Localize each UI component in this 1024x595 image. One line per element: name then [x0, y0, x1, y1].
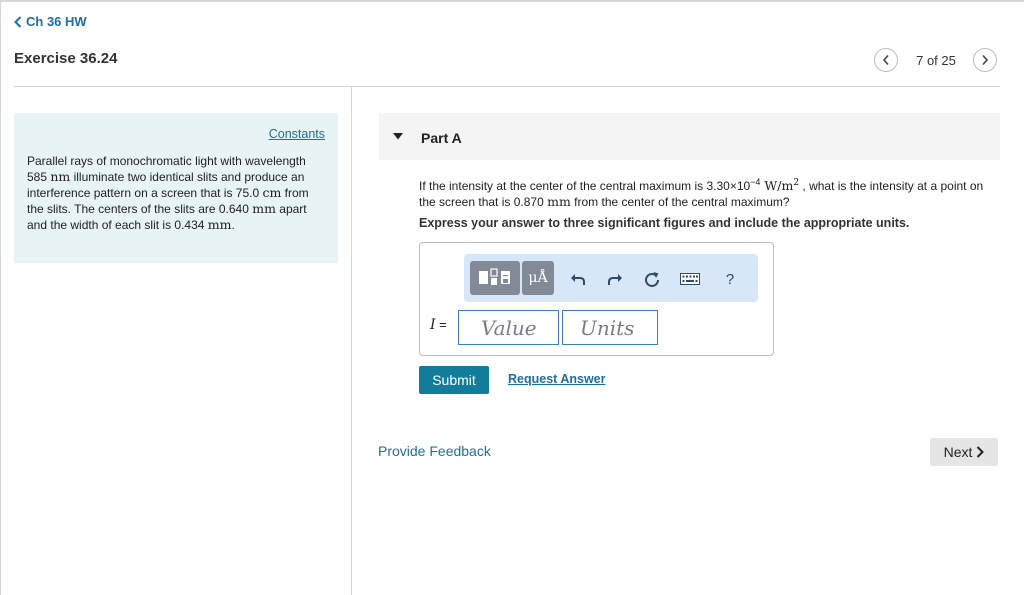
- constants-link[interactable]: Constants: [269, 127, 325, 141]
- column-divider: [351, 87, 352, 595]
- answer-box: μÅ ? I =: [419, 242, 774, 356]
- provide-feedback-link[interactable]: Provide Feedback: [378, 443, 491, 459]
- request-answer-link[interactable]: Request Answer: [508, 372, 605, 386]
- chevron-right-icon: [977, 446, 985, 458]
- back-link-label: Ch 36 HW: [26, 14, 87, 29]
- variable-label: I =: [430, 317, 447, 333]
- reset-button[interactable]: [640, 267, 664, 291]
- part-a-header[interactable]: Part A: [379, 113, 1000, 160]
- question-text-part: If the intensity at the center of the ce…: [419, 179, 751, 193]
- templates-button[interactable]: [470, 261, 520, 295]
- problem-text-part: .: [231, 218, 235, 232]
- unit-w-per-m: W/m: [760, 178, 794, 193]
- previous-item-button[interactable]: [874, 48, 898, 72]
- next-item-button[interactable]: [973, 48, 997, 72]
- question-text-part: from the center of the central maximum?: [570, 195, 790, 209]
- chevron-left-icon: [14, 15, 22, 28]
- value-input[interactable]: [458, 310, 559, 345]
- left-border: [0, 0, 1, 595]
- keyboard-icon: [680, 273, 700, 285]
- undo-button[interactable]: [566, 267, 590, 291]
- question-text: If the intensity at the center of the ce…: [419, 174, 999, 210]
- unit-mm: mm: [547, 194, 571, 209]
- next-button-label: Next: [943, 444, 973, 460]
- answer-instruction: Express your answer to three significant…: [419, 216, 910, 230]
- exercise-title: Exercise 36.24: [14, 50, 118, 67]
- redo-icon: [608, 274, 622, 285]
- chevron-left-icon: [882, 54, 889, 66]
- page-counter: 7 of 25: [916, 53, 956, 68]
- top-border: [0, 0, 1024, 2]
- problem-statement-panel: Constants Parallel rays of monochromatic…: [14, 113, 338, 263]
- unit-mm: mm: [252, 201, 276, 216]
- unit-mm: mm: [207, 217, 232, 232]
- exponent: −4: [750, 177, 761, 187]
- unit-cm: cm: [262, 185, 282, 200]
- equals-sign: =: [435, 317, 447, 332]
- units-input[interactable]: [562, 310, 658, 345]
- chevron-right-icon: [982, 54, 989, 66]
- math-toolbar: μÅ ?: [464, 254, 758, 302]
- submit-button[interactable]: Submit: [419, 366, 489, 394]
- undo-icon: [571, 274, 585, 285]
- units-button[interactable]: μÅ: [522, 261, 554, 295]
- back-to-assignment-link[interactable]: Ch 36 HW: [14, 14, 87, 29]
- part-label: Part A: [421, 130, 462, 146]
- redo-button[interactable]: [603, 267, 627, 291]
- templates-icon: [479, 268, 510, 285]
- caret-down-icon: [393, 133, 403, 140]
- reset-icon: [645, 272, 659, 287]
- unit-nm: nm: [50, 169, 71, 184]
- header-divider: [14, 86, 1000, 87]
- keyboard-button[interactable]: [678, 267, 702, 291]
- problem-text: Parallel rays of monochromatic light wit…: [27, 153, 327, 233]
- next-button[interactable]: Next: [930, 438, 998, 466]
- help-button[interactable]: ?: [718, 267, 742, 291]
